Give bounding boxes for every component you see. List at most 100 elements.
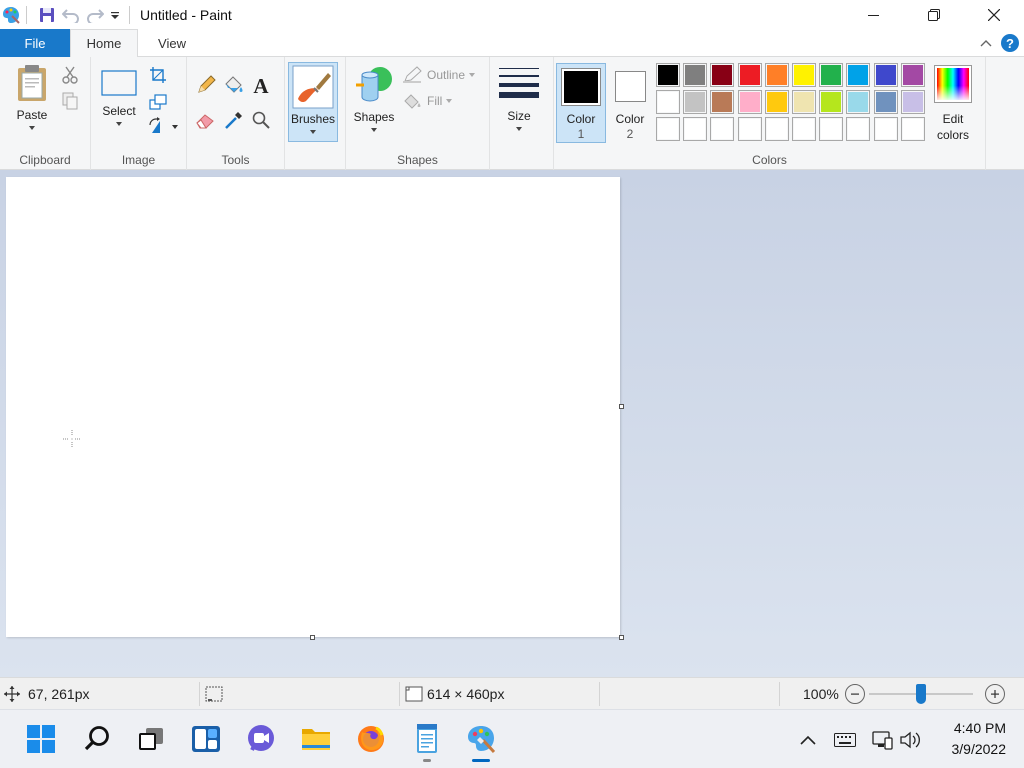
system-tray — [796, 710, 924, 768]
fill-icon — [404, 94, 421, 109]
status-bar: 67, 261px 614 × 460px 100% — [0, 677, 1024, 709]
separator — [599, 682, 600, 706]
file-explorer-icon[interactable] — [299, 722, 333, 756]
firefox-icon[interactable] — [354, 722, 388, 756]
notepad-running-indicator — [423, 759, 431, 762]
title-bar: Untitled - Paint — [0, 0, 1024, 29]
image-group: Select Image — [91, 57, 187, 170]
magnifier-icon[interactable] — [250, 109, 272, 131]
close-button[interactable] — [964, 0, 1024, 29]
tab-view[interactable]: View — [138, 29, 206, 57]
zoom-level-text: 100% — [803, 686, 839, 702]
drawing-workspace — [0, 170, 1024, 677]
paint-icon[interactable] — [464, 722, 498, 756]
windows-start-icon[interactable] — [24, 722, 58, 756]
pencil-icon[interactable] — [195, 74, 217, 96]
volume-icon[interactable] — [898, 725, 924, 755]
task-view-icon[interactable] — [134, 722, 168, 756]
minimize-button[interactable] — [844, 0, 904, 29]
select-label: Select — [102, 104, 136, 118]
cursor-position: 67, 261px — [4, 678, 90, 710]
chevron-down-icon — [446, 99, 453, 103]
shapes-group-label: Shapes — [397, 153, 438, 167]
drawing-canvas[interactable] — [6, 177, 620, 637]
tab-file[interactable]: File — [0, 29, 70, 57]
tab-home[interactable]: Home — [70, 29, 138, 58]
zoom-slider[interactable] — [868, 684, 973, 704]
redo-icon[interactable] — [83, 3, 107, 27]
zoom-slider-thumb[interactable] — [915, 684, 926, 704]
crosshair-cursor-icon — [62, 429, 82, 449]
undo-icon[interactable] — [59, 3, 83, 27]
paste-label: Paste — [16, 108, 48, 122]
tools-group-label: Tools — [221, 153, 250, 167]
separator — [399, 682, 400, 706]
resize-icon[interactable] — [147, 91, 169, 113]
keyboard-icon[interactable] — [830, 725, 860, 755]
help-icon[interactable]: ? — [998, 31, 1022, 55]
color-picker-icon[interactable] — [223, 109, 245, 131]
rotate-icon[interactable] — [147, 115, 179, 137]
zoom-out-button[interactable] — [844, 684, 865, 704]
copy-icon[interactable] — [59, 90, 81, 112]
size-icon — [499, 68, 539, 98]
notepad-icon[interactable] — [410, 722, 444, 756]
widgets-icon[interactable] — [189, 722, 223, 756]
chevron-up-icon[interactable] — [796, 725, 820, 755]
canvas-size-text: 614 × 460px — [427, 686, 505, 702]
fill-bucket-icon[interactable] — [223, 74, 245, 96]
colors-group-label: Colors — [752, 153, 787, 167]
resize-handle-right[interactable] — [619, 404, 624, 409]
ribbon-tabs: File Home View ? — [0, 29, 1024, 58]
separator — [779, 682, 780, 706]
network-icon[interactable] — [868, 725, 898, 755]
clock[interactable]: 4:40 PM 3/9/2022 — [952, 718, 1007, 760]
cut-icon[interactable] — [59, 64, 81, 86]
zoom-in-button[interactable] — [984, 684, 1005, 704]
cursor-position-text: 67, 261px — [28, 686, 90, 702]
select-button[interactable]: Select — [97, 67, 141, 126]
chevron-down-icon — [29, 126, 35, 130]
collapse-ribbon-icon[interactable] — [974, 31, 998, 55]
chevron-down-icon — [516, 127, 522, 131]
paint-active-indicator — [472, 759, 490, 762]
separator — [26, 5, 27, 24]
plus-icon — [990, 690, 999, 698]
chevron-down-icon — [469, 73, 476, 77]
brushes-group: Brushes — [285, 57, 346, 170]
fill-button[interactable]: Fill — [402, 92, 453, 110]
size-label: Size — [507, 109, 531, 123]
chevron-down-icon — [116, 122, 122, 126]
resize-handle-bottom[interactable] — [310, 635, 315, 640]
svg-text:A: A — [253, 75, 269, 95]
save-icon[interactable] — [35, 3, 59, 27]
clock-time: 4:40 PM — [953, 720, 1006, 736]
size-button[interactable]: Size — [498, 66, 540, 131]
chat-icon[interactable] — [244, 722, 278, 756]
brushes-button[interactable]: Brushes — [288, 62, 338, 142]
select-icon — [101, 70, 137, 96]
minus-icon — [850, 693, 859, 695]
crop-icon[interactable] — [147, 64, 169, 86]
shapes-button[interactable]: Shapes — [352, 65, 396, 132]
ribbon: Paste Clipboard Select Image A Tools Bru… — [0, 57, 1024, 170]
outline-icon — [403, 66, 422, 83]
chevron-down-icon — [310, 130, 316, 134]
text-icon[interactable]: A — [250, 74, 272, 96]
paste-button[interactable]: Paste — [8, 63, 56, 130]
taskbar: 4:40 PM 3/9/2022 — [0, 709, 1024, 768]
move-cursor-icon — [4, 686, 20, 702]
search-icon[interactable] — [80, 722, 114, 756]
customize-dropdown-icon[interactable] — [107, 3, 123, 27]
resize-handle-corner[interactable] — [619, 635, 624, 640]
shapes-group: Shapes Outline Fill Shapes — [346, 57, 490, 170]
eraser-icon[interactable] — [195, 109, 217, 131]
paint-app-icon[interactable] — [0, 4, 22, 26]
tools-group: A Tools — [187, 57, 285, 170]
paste-icon — [18, 65, 46, 101]
svg-text:?: ? — [1006, 36, 1014, 51]
outline-button[interactable]: Outline — [402, 66, 476, 84]
restore-button[interactable] — [904, 0, 964, 29]
colors-group: Colors — [553, 57, 986, 170]
selection-size — [205, 678, 223, 710]
